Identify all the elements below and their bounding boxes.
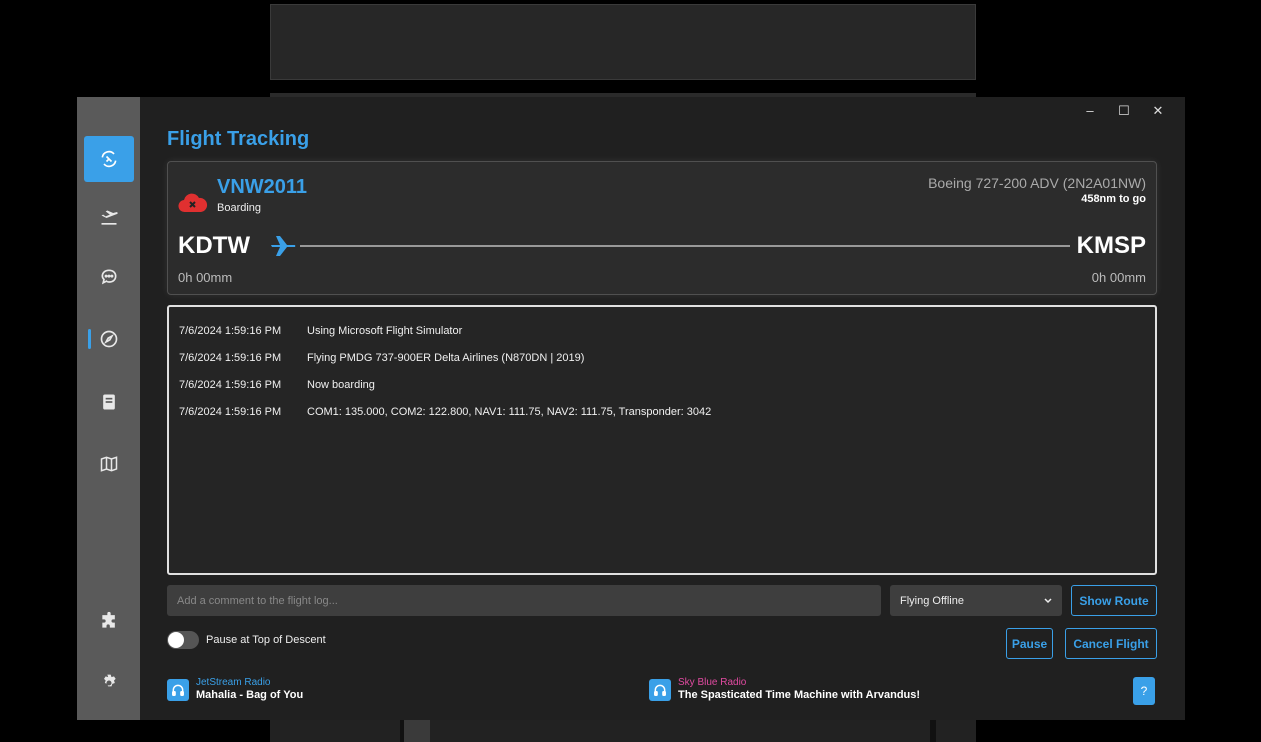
pause-button[interactable]: Pause [1006,628,1053,659]
cancel-flight-button[interactable]: Cancel Flight [1065,628,1157,659]
radio-skyblue[interactable]: Sky Blue Radio The Spasticated Time Mach… [649,677,920,702]
departure-time: 0h 00mm [178,270,233,285]
log-time: 7/6/2024 1:59:16 PM [179,324,282,337]
help-button[interactable]: ? [1133,677,1155,705]
background-window-top [270,4,976,80]
radio-station-name: JetStream Radio [196,677,271,688]
radio-jetstream[interactable]: JetStream Radio Mahalia - Bag of You [167,677,303,702]
background-window-bottom [270,720,976,742]
chevron-down-icon [1044,597,1052,603]
log-time: 7/6/2024 1:59:16 PM [179,378,282,391]
headphones-icon [167,678,189,701]
distance-to-go: 458nm to go [1081,193,1146,205]
sidebar-item-settings[interactable] [84,660,134,706]
log-message: Using Microsoft Flight Simulator [307,324,463,337]
arrival-time: 0h 00mm [1091,270,1146,285]
arrival-airport: KMSP [1076,232,1146,259]
aircraft-name: Boeing 727-200 ADV (2N2A01NW) [928,175,1146,191]
sidebar [77,97,140,720]
sidebar-item-departures[interactable] [84,195,134,241]
close-button[interactable]: ✕ [1141,103,1175,119]
main-content: – ☐ ✕ Flight Tracking VNW2011 Boarding B… [140,97,1185,720]
flight-status: Boarding [217,202,262,214]
chat-icon [101,269,117,285]
log-row: 7/6/2024 1:59:16 PM Now boarding [179,371,1145,398]
pause-tod-toggle[interactable] [167,631,199,649]
flight-mode-value: Flying Offline [900,594,964,607]
compass-icon [100,330,118,348]
departure-airport: KDTW [178,232,250,259]
log-row: 7/6/2024 1:59:16 PM COM1: 135.000, COM2:… [179,398,1145,425]
log-message: COM1: 135.000, COM2: 122.800, NAV1: 111.… [307,405,712,418]
flight-log[interactable]: 7/6/2024 1:59:16 PM Using Microsoft Flig… [167,305,1157,575]
puzzle-icon [102,611,115,628]
flight-card: VNW2011 Boarding Boeing 727-200 ADV (2N2… [167,161,1157,295]
pause-tod-label: Pause at Top of Descent [206,634,326,646]
page-title: Flight Tracking [167,128,310,150]
headphones-icon [649,678,671,701]
sidebar-item-compass[interactable] [84,316,134,362]
window-controls: – ☐ ✕ [1073,103,1175,119]
sidebar-item-flight-tracking[interactable] [84,136,134,182]
minimize-button[interactable]: – [1073,103,1107,119]
log-row: 7/6/2024 1:59:16 PM Flying PMDG 737-900E… [179,344,1145,371]
book-icon [103,394,115,410]
radio-track-name: Mahalia - Bag of You [196,689,304,701]
radio-track-name: The Spasticated Time Machine with Arvand… [678,689,921,701]
show-route-button[interactable]: Show Route [1071,585,1157,616]
log-message: Flying PMDG 737-900ER Delta Airlines (N8… [307,351,585,364]
map-icon [100,456,118,472]
radio-station-name: Sky Blue Radio [678,677,747,688]
log-time: 7/6/2024 1:59:16 PM [179,405,282,418]
airplane-icon [271,236,296,256]
cloud-error-icon [178,193,208,213]
maximize-button[interactable]: ☐ [1107,103,1141,119]
comment-input[interactable] [167,585,881,616]
gear-icon [104,674,116,687]
flight-mode-select[interactable]: Flying Offline [890,585,1062,616]
sidebar-item-logbook[interactable] [84,379,134,425]
log-message: Now boarding [307,378,375,391]
sidebar-item-addons[interactable] [84,598,134,644]
departure-icon [101,210,118,225]
sidebar-item-chat[interactable] [84,254,134,300]
log-row: 7/6/2024 1:59:16 PM Using Microsoft Flig… [179,317,1145,344]
sidebar-item-map[interactable] [84,441,134,487]
flight-tracking-icon [101,150,117,168]
route-progress-line [300,245,1070,247]
log-time: 7/6/2024 1:59:16 PM [179,351,282,364]
app-window: – ☐ ✕ Flight Tracking VNW2011 Boarding B… [77,97,1185,720]
flight-callsign: VNW2011 [217,176,308,198]
